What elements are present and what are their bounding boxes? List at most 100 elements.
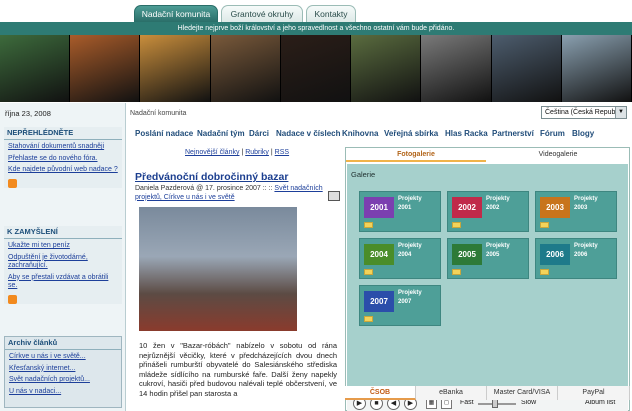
nav-tym[interactable]: Nadační tým [197,129,245,138]
print-icon[interactable] [328,191,340,201]
box-title: K ZAMYŠLENÍ [4,226,122,239]
gallery-album[interactable]: 2006 Projekty 2006 [535,238,617,279]
nav-partnerstvi[interactable]: Partnerství [492,129,534,138]
sidebar-link[interactable]: Kde najdete původní web nadace ? [4,166,122,175]
album-thumbnail[interactable]: 2006 [540,244,570,265]
album-title: Projekty [574,243,598,249]
sidebar-link[interactable]: Aby se přestali vzdávat a obrátili se. [4,274,122,291]
rss-icon[interactable] [8,294,17,304]
album-subtitle: 2004 [398,251,412,258]
album-subtitle: 2006 [574,251,588,258]
album-title: Projekty [574,196,598,202]
box-archive: Archiv článků Církve u nás i ve světě...… [4,336,122,408]
breadcrumb[interactable]: Nadační komunita [130,110,186,117]
nav-hlas-racka[interactable]: Hlas Racka [445,129,488,138]
speed-slider[interactable] [478,399,516,408]
article-body: 10 žen v "Bazar-róbách" nabízelo v sobot… [139,341,337,398]
nav-sbirka[interactable]: Veřejná sbírka [384,129,438,138]
tab-nadacni-komunita[interactable]: Nadační komunita [134,5,218,22]
box-neprehlednete: NEPŘEHLÉDNĚTE Stahování dokumentů snadně… [4,127,122,188]
header-photo [210,35,281,102]
nav-darci[interactable]: Dárci [249,129,269,138]
album-thumbnail[interactable]: 2002 [452,197,482,218]
chevron-down-icon[interactable]: ▼ [615,107,626,118]
album-thumbnail[interactable]: 2004 [364,244,394,265]
album-caption: Projekty 2006 [574,242,598,259]
sidebar-link[interactable]: Přehlaste se do nového fóra. [4,155,122,164]
top-tab-bar: Nadační komunita Grantové okruhy Kontakt… [0,0,632,22]
album-thumbnail[interactable]: 2005 [452,244,482,265]
tab-mastercard[interactable]: Master Card/VISA [487,386,558,400]
gallery-album[interactable]: 2003 Projekty 2003 [535,191,617,232]
main-nav: Poslání nadace Nadační tým Dárci Nadace … [127,129,632,145]
album-title: Projekty [398,290,422,296]
album-subtitle: 2007 [398,298,412,305]
article-author-date: Daniela Pazderová @ 17. prosince 2007 ::… [135,185,273,192]
album-thumbnail[interactable]: 2007 [364,291,394,312]
nav-forum[interactable]: Fórum [540,129,565,138]
album-thumbnail[interactable]: 2001 [364,197,394,218]
sidebar-link[interactable]: Odpuštění je životodárné, zachraňující. [4,254,122,271]
gallery-album[interactable]: 2002 Projekty 2002 [447,191,529,232]
speed-fast-label: Fast [460,399,474,406]
sidebar-link[interactable]: Stahování dokumentů snadněji [4,143,122,152]
tab-ebanka[interactable]: eBanka [416,386,487,400]
album-title: Projekty [398,243,422,249]
tab-fotogalerie[interactable]: Fotogalerie [346,148,486,162]
archive-link[interactable]: Církve u nás i ve světě... [5,353,121,362]
slider-knob[interactable] [492,399,498,408]
tab-csob[interactable]: ČSOB [345,386,416,400]
article-sublinks: Nejnovější články | Rubriky | RSS [185,149,289,156]
header-photo-strip [0,35,632,102]
header-photo [351,35,422,102]
header-photo [491,35,562,102]
archive-link[interactable]: Svět nadačních projektů... [5,376,121,385]
link-rubrics[interactable]: Rubriky [245,149,269,156]
album-title: Projekty [486,243,510,249]
album-subtitle: 2003 [574,204,588,211]
payment-tabs: ČSOB eBanka Master Card/VISA PayPal [345,386,630,400]
album-subtitle: 2001 [398,204,412,211]
folder-icon [364,269,373,275]
tab-paypal[interactable]: PayPal [558,386,630,400]
album-caption: Projekty 2002 [486,195,510,212]
album-title: Projekty [398,196,422,202]
header-photo [140,35,211,102]
gallery-album[interactable]: 2007 Projekty 2007 [359,285,441,326]
link-rss[interactable]: RSS [275,149,289,156]
folder-icon [452,269,461,275]
archive-link[interactable]: Křesťanský internet... [5,365,121,374]
gallery-album[interactable]: 2004 Projekty 2004 [359,238,441,279]
nav-cisla[interactable]: Nadace v číslech [276,129,340,138]
nav-knihovna[interactable]: Knihovna [342,129,378,138]
language-select[interactable]: Čeština (Česká Republi ▼ [541,106,627,119]
language-value: Čeština (Česká Republi [545,109,619,116]
album-thumbnail[interactable]: 2003 [540,197,570,218]
tab-videogalerie[interactable]: Videogalerie [488,148,628,162]
album-caption: Projekty 2001 [398,195,422,212]
box-k-zamysleni: K ZAMYŠLENÍ Ukažte mi ten peníz Odpuštěn… [4,226,122,304]
tab-kontakty[interactable]: Kontakty [306,5,356,22]
box-title: Archiv článků [5,337,121,350]
speed-slow-label: Slow [521,399,537,406]
nav-poslani[interactable]: Poslání nadace [135,129,193,138]
gallery-album[interactable]: 2005 Projekty 2005 [447,238,529,279]
album-subtitle: 2002 [486,204,500,211]
header-photo [280,35,352,102]
header-photo [421,35,492,102]
tab-grantove-okruhy[interactable]: Grantové okruhy [221,5,303,22]
article-meta: Daniela Pazderová @ 17. prosince 2007 ::… [135,185,340,202]
archive-link[interactable]: U nás v nadaci... [5,388,121,397]
album-list-button[interactable]: Album list [585,399,615,406]
header-photo [70,35,141,102]
rss-icon[interactable] [8,178,17,188]
folder-icon [540,269,549,275]
nav-blogy[interactable]: Blogy [572,129,594,138]
album-caption: Projekty 2005 [486,242,510,259]
current-date: října 23, 2008 [5,109,51,118]
sidebar-link[interactable]: Ukažte mi ten peníz [4,242,122,251]
article-title[interactable]: Předvánoční dobročinný bazar [135,171,340,183]
motto-banner: Hledejte nejprve boží království a jeho … [0,22,632,35]
link-newest[interactable]: Nejnovější články [185,149,239,156]
gallery-album[interactable]: 2001 Projekty 2001 [359,191,441,232]
